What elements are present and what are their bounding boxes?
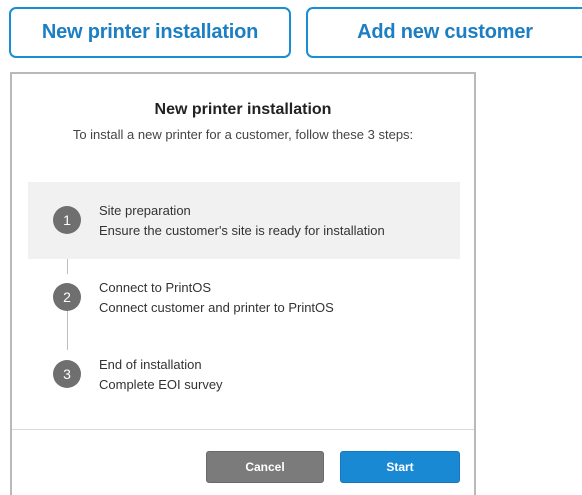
step-title: End of installation <box>99 357 202 372</box>
step-connect-printos[interactable]: 2 Connect to PrintOS Connect customer an… <box>28 259 460 336</box>
step-title: Connect to PrintOS <box>99 280 211 295</box>
dialog-title: New printer installation <box>154 101 332 118</box>
step-description: Complete EOI survey <box>99 377 223 392</box>
new-printer-installation-dialog: New printer installation To install a ne… <box>10 72 476 495</box>
step-description: Ensure the customer's site is ready for … <box>99 223 385 238</box>
dialog-subtitle: To install a new printer for a customer,… <box>72 127 414 142</box>
step-number-badge: 2 <box>53 283 81 311</box>
new-printer-installation-button[interactable]: New printer installation <box>9 7 291 58</box>
step-site-preparation[interactable]: 1 Site preparation Ensure the customer's… <box>28 182 460 259</box>
start-button[interactable]: Start <box>340 451 460 483</box>
step-number-badge: 3 <box>53 360 81 388</box>
step-description: Connect customer and printer to PrintOS <box>99 300 334 315</box>
steps-list: 1 Site preparation Ensure the customer's… <box>28 182 460 404</box>
step-end-of-installation[interactable]: 3 End of installation Complete EOI surve… <box>28 336 460 413</box>
add-new-customer-button[interactable]: Add new customer <box>306 7 582 58</box>
step-title: Site preparation <box>99 203 191 218</box>
step-number-badge: 1 <box>53 206 81 234</box>
cancel-button[interactable]: Cancel <box>206 451 324 483</box>
footer-divider <box>12 429 474 430</box>
